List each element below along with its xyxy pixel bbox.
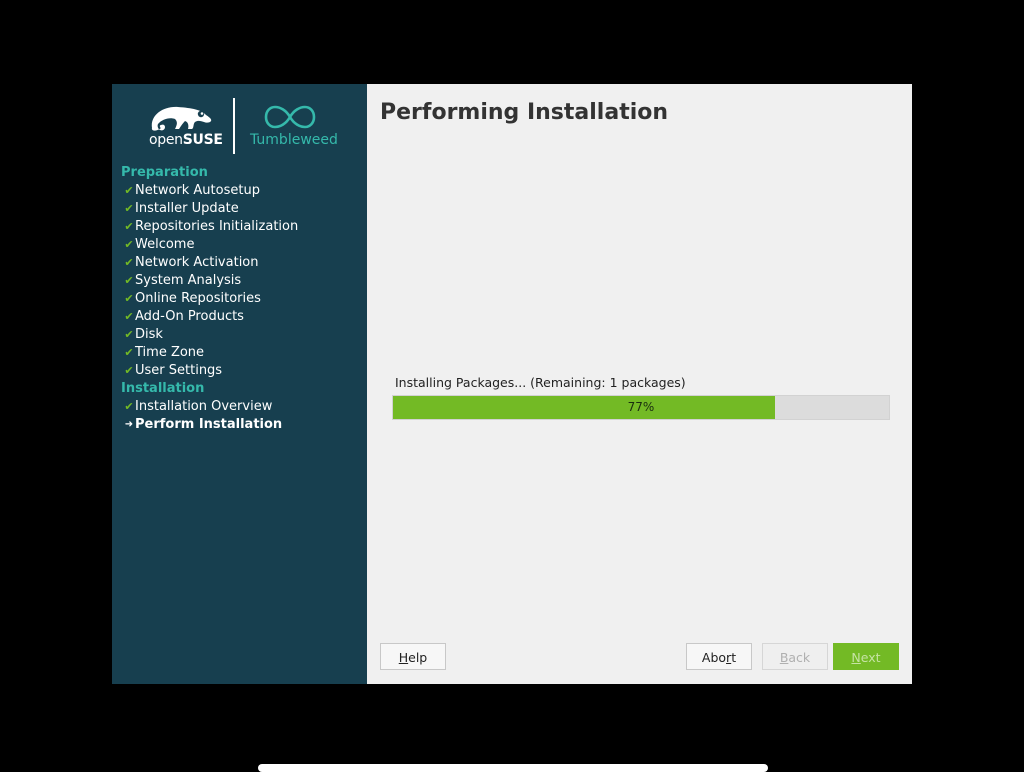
step-installer-update: ✔ Installer Update bbox=[124, 201, 239, 216]
check-icon: ✔ bbox=[124, 346, 134, 359]
check-icon: ✔ bbox=[124, 220, 134, 233]
tumbleweed-infinity-icon bbox=[264, 105, 316, 129]
check-icon: ✔ bbox=[124, 238, 134, 251]
logo-divider bbox=[233, 98, 235, 154]
section-installation: Installation bbox=[121, 381, 205, 396]
step-user-settings: ✔ User Settings bbox=[124, 363, 223, 378]
check-icon: ✔ bbox=[124, 274, 134, 287]
opensuse-chameleon-icon bbox=[151, 106, 212, 131]
step-perform-installation: ➜ Perform Installation bbox=[124, 417, 283, 432]
progress-percent: 77% bbox=[627, 400, 655, 414]
abort-button[interactable]: Abort bbox=[686, 643, 752, 670]
arrow-right-icon: ➜ bbox=[124, 419, 134, 430]
step-add-on-products: ✔ Add-On Products bbox=[124, 309, 244, 324]
step-installation-overview: ✔ Installation Overview bbox=[124, 399, 273, 414]
page-title: Performing Installation bbox=[380, 100, 669, 125]
step-system-analysis: ✔ System Analysis bbox=[124, 273, 242, 288]
section-preparation: Preparation bbox=[121, 165, 208, 180]
step-online-repositories: ✔ Online Repositories bbox=[124, 291, 261, 306]
back-button[interactable]: Back bbox=[762, 643, 828, 670]
next-button[interactable]: Next bbox=[833, 643, 899, 670]
installer-window: openSUSE Tumbleweed Preparation ✔ Network… bbox=[112, 84, 912, 684]
opensuse-wordmark: openSUSE bbox=[149, 132, 223, 148]
check-icon: ✔ bbox=[124, 292, 134, 305]
step-welcome: ✔ Welcome bbox=[124, 237, 195, 252]
check-icon: ✔ bbox=[124, 328, 134, 341]
logo-area: openSUSE Tumbleweed bbox=[112, 84, 367, 164]
check-icon: ✔ bbox=[124, 202, 134, 215]
main-panel: Performing Installation Installing Packa… bbox=[367, 84, 912, 684]
step-network-activation: ✔ Network Activation bbox=[124, 255, 259, 270]
tumbleweed-wordmark: Tumbleweed bbox=[250, 132, 338, 148]
step-disk: ✔ Disk bbox=[124, 327, 163, 342]
check-icon: ✔ bbox=[124, 256, 134, 269]
check-icon: ✔ bbox=[124, 400, 134, 413]
check-icon: ✔ bbox=[124, 364, 134, 377]
check-icon: ✔ bbox=[124, 184, 134, 197]
sidebar: openSUSE Tumbleweed Preparation ✔ Network… bbox=[112, 84, 367, 684]
step-repositories-initialization: ✔ Repositories Initialization bbox=[124, 219, 299, 234]
step-time-zone: ✔ Time Zone bbox=[124, 345, 205, 360]
installation-steps: Preparation ✔ Network Autosetup ✔ Installe… bbox=[112, 164, 367, 434]
bottom-edge-bar bbox=[258, 764, 768, 772]
step-network-autosetup: ✔ Network Autosetup bbox=[124, 183, 260, 198]
progress-bar: 77% bbox=[392, 395, 890, 420]
progress-label: Installing Packages... (Remaining: 1 pac… bbox=[395, 375, 686, 390]
check-icon: ✔ bbox=[124, 310, 134, 323]
help-button[interactable]: Help bbox=[380, 643, 446, 670]
